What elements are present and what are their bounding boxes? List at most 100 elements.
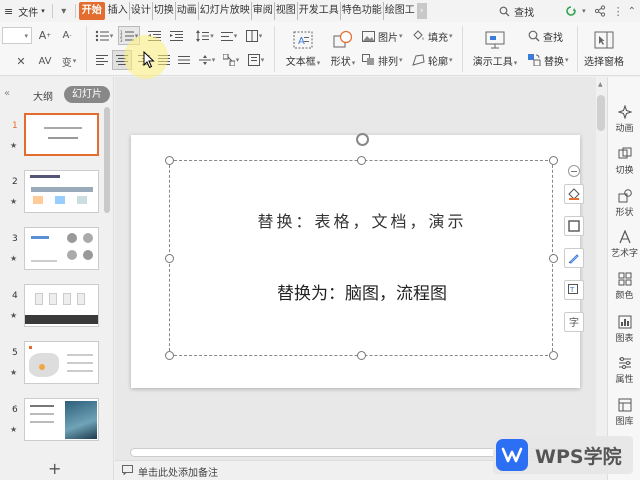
bullet-list-icon[interactable]: ▾ — [94, 28, 114, 44]
svg-text:字: 字 — [569, 316, 579, 328]
character-tool-icon[interactable]: 字 — [564, 312, 584, 332]
distribute-icon[interactable] — [176, 52, 192, 68]
tab-insert[interactable]: 插入 — [107, 2, 130, 20]
panel-chart[interactable]: 图表 — [608, 315, 640, 344]
font-size-select[interactable]: ▾ — [2, 27, 32, 44]
thumb-content — [67, 233, 77, 243]
vertical-scrollbar[interactable]: ▲ — [596, 77, 606, 460]
pen-tool-icon[interactable] — [564, 248, 584, 268]
picture-button[interactable]: 图片 ▾ — [362, 28, 406, 44]
collapse-panel-icon[interactable]: « — [4, 88, 10, 99]
cloud-sync-icon[interactable] — [564, 5, 578, 17]
tab-slideshow[interactable]: 幻灯片放映 — [199, 2, 252, 20]
thumb-content — [77, 196, 87, 204]
search-label[interactable]: 查找 — [514, 4, 534, 19]
vertical-align-icon[interactable]: ▾ — [198, 52, 216, 68]
resize-handle[interactable] — [549, 351, 558, 360]
thumb-content — [30, 421, 54, 423]
phonetic-icon[interactable]: 变 ▾ — [58, 54, 80, 69]
decrease-font-icon[interactable]: A- — [60, 28, 74, 42]
more-options-icon[interactable]: ⋮ — [613, 5, 624, 18]
panel-animation[interactable]: 动画 — [608, 105, 640, 134]
slide-thumbnail-4[interactable] — [24, 284, 99, 327]
scroll-thumb[interactable] — [597, 95, 605, 131]
thumb-content — [30, 413, 54, 415]
shape-fill-tool-icon[interactable] — [564, 184, 584, 204]
line-spacing-icon[interactable]: ▾ — [196, 28, 214, 44]
replace-button[interactable]: 替换 ▾ — [528, 52, 572, 68]
panel-properties[interactable]: 属性 — [608, 356, 640, 385]
smart-art-icon[interactable]: ▾ — [222, 52, 240, 68]
presenter-tools-button[interactable]: 演示工具▾ — [468, 26, 522, 72]
rotate-handle-icon[interactable] — [356, 133, 369, 146]
scroll-up-icon[interactable]: ▲ — [598, 81, 603, 88]
paragraph-settings-icon[interactable]: ▾ — [246, 52, 266, 68]
resize-handle[interactable] — [165, 156, 174, 165]
star-icon: ★ — [10, 425, 18, 434]
find-button[interactable]: 查找 — [528, 28, 572, 44]
text-direction-icon[interactable]: ▾ — [220, 28, 238, 44]
quick-access-chevron-icon[interactable]: ▾ — [56, 3, 72, 19]
thumb-content — [77, 293, 85, 305]
slide-thumbnail-1[interactable] — [24, 113, 99, 156]
add-slide-icon[interactable]: + — [48, 459, 61, 478]
slide-text-line-2[interactable]: 替换为：脑图，流程图 — [170, 279, 554, 304]
tab-developer[interactable]: 开发工具 — [298, 2, 341, 20]
tab-special[interactable]: 特色功能 — [341, 2, 384, 20]
tab-view[interactable]: 视图 — [275, 2, 298, 20]
fill-button[interactable]: 填充 ▾ — [412, 28, 458, 44]
svg-text:A: A — [298, 36, 305, 47]
thumbnail-scrollbar[interactable] — [104, 107, 110, 213]
textbox-button[interactable]: A 文本框▾ — [283, 26, 323, 72]
outline-button[interactable]: 轮廓 ▾ — [412, 52, 458, 68]
tab-slides[interactable]: 幻灯片 — [64, 86, 110, 103]
resize-handle[interactable] — [549, 156, 558, 165]
columns-icon[interactable]: ▾ — [244, 28, 264, 44]
collapse-toolbar-icon[interactable] — [568, 165, 580, 177]
panel-gallery[interactable]: 图库 — [608, 398, 640, 427]
file-menu[interactable]: ≡ 文件 ▾ — [0, 0, 49, 22]
increase-indent-icon[interactable] — [168, 28, 184, 44]
resize-handle[interactable] — [357, 156, 366, 165]
slide-thumbnail-2[interactable] — [24, 170, 99, 213]
panel-wordart[interactable]: 艺术字 — [608, 230, 640, 259]
share-icon[interactable] — [594, 5, 606, 17]
collapse-ribbon-icon[interactable]: ⌃ — [628, 6, 636, 17]
tab-scroll-right-icon[interactable]: › — [416, 3, 427, 19]
increase-font-icon[interactable]: A + — [38, 28, 52, 42]
shape-button[interactable]: 形状▾ — [326, 26, 360, 72]
search-icon[interactable] — [499, 6, 510, 17]
selection-pane-button[interactable]: 选择窗格 — [580, 26, 628, 72]
align-left-icon[interactable] — [94, 52, 110, 68]
panel-shape[interactable]: 形状 — [608, 189, 640, 218]
selected-text-box[interactable]: 替换：表格，文档，演示 替换为：脑图，流程图 — [165, 133, 558, 360]
resize-handle[interactable] — [165, 351, 174, 360]
tab-review[interactable]: 审阅 — [252, 2, 275, 20]
tab-outline[interactable]: 大纲 — [33, 88, 53, 103]
shape-outline-tool-icon[interactable] — [564, 216, 584, 236]
resize-handle[interactable] — [357, 351, 366, 360]
find-label: 查找 — [543, 32, 563, 44]
clear-format-icon[interactable]: ✕ — [14, 54, 28, 68]
tab-design[interactable]: 设计 — [130, 2, 153, 20]
tab-transition[interactable]: 切换 — [153, 2, 176, 20]
text-box-tool-icon[interactable]: T — [564, 280, 584, 300]
chevron-down-icon[interactable]: ▾ — [582, 7, 586, 15]
current-slide[interactable]: 替换：表格，文档，演示 替换为：脑图，流程图 — [131, 133, 580, 388]
panel-color[interactable]: 颜色 — [608, 272, 640, 301]
panel-transition[interactable]: 切换 — [608, 147, 640, 176]
tab-animation[interactable]: 动画 — [176, 2, 199, 20]
arrange-button[interactable]: 排列 ▾ — [362, 52, 406, 68]
resize-handle[interactable] — [549, 254, 558, 263]
slide-thumbnail-3[interactable] — [24, 227, 99, 270]
notes-placeholder[interactable]: 单击此处添加备注 — [138, 464, 218, 479]
slide-text-line-1[interactable]: 替换：表格，文档，演示 — [170, 208, 554, 232]
slide-thumbnail-5[interactable] — [24, 341, 99, 384]
thumb-content — [31, 187, 93, 192]
tab-home[interactable]: 开始 — [78, 2, 105, 20]
resize-handle[interactable] — [165, 254, 174, 263]
tab-drawing-tools[interactable]: 绘图工 — [384, 2, 416, 20]
character-spacing-icon[interactable]: AV — [36, 54, 54, 68]
slide-thumbnail-6[interactable] — [24, 398, 99, 441]
star-icon: ★ — [10, 197, 18, 206]
